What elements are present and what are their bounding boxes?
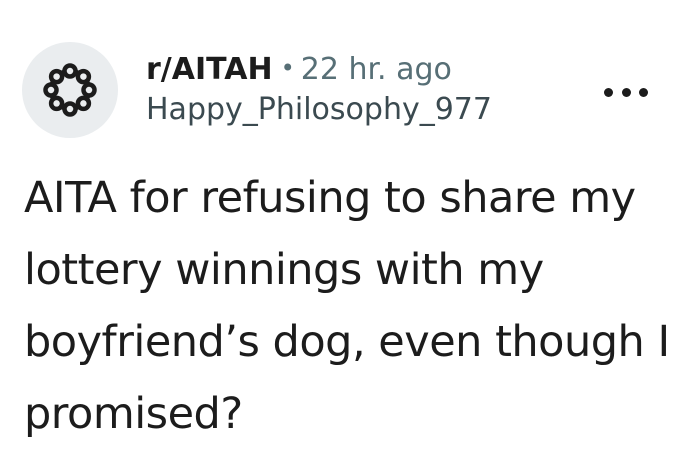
more-options-icon[interactable] bbox=[604, 80, 648, 104]
subreddit-avatar-icon[interactable] bbox=[22, 42, 118, 138]
post-header: r/AITAH • 22 hr. ago Happy_Philosophy_977 bbox=[22, 42, 672, 142]
post-time: 22 hr. ago bbox=[300, 52, 452, 87]
more-dot bbox=[604, 87, 613, 97]
meta-line: r/AITAH • 22 hr. ago bbox=[146, 48, 492, 90]
subreddit-link[interactable]: r/AITAH bbox=[146, 52, 273, 87]
post-meta: r/AITAH • 22 hr. ago Happy_Philosophy_977 bbox=[146, 48, 492, 130]
ring-icon bbox=[43, 63, 97, 117]
more-dot bbox=[621, 87, 631, 97]
post-title[interactable]: AITA for refusing to share my lottery wi… bbox=[24, 162, 674, 450]
more-dot bbox=[639, 87, 648, 97]
author-link[interactable]: Happy_Philosophy_977 bbox=[146, 90, 492, 130]
separator-dot: • bbox=[280, 54, 295, 82]
